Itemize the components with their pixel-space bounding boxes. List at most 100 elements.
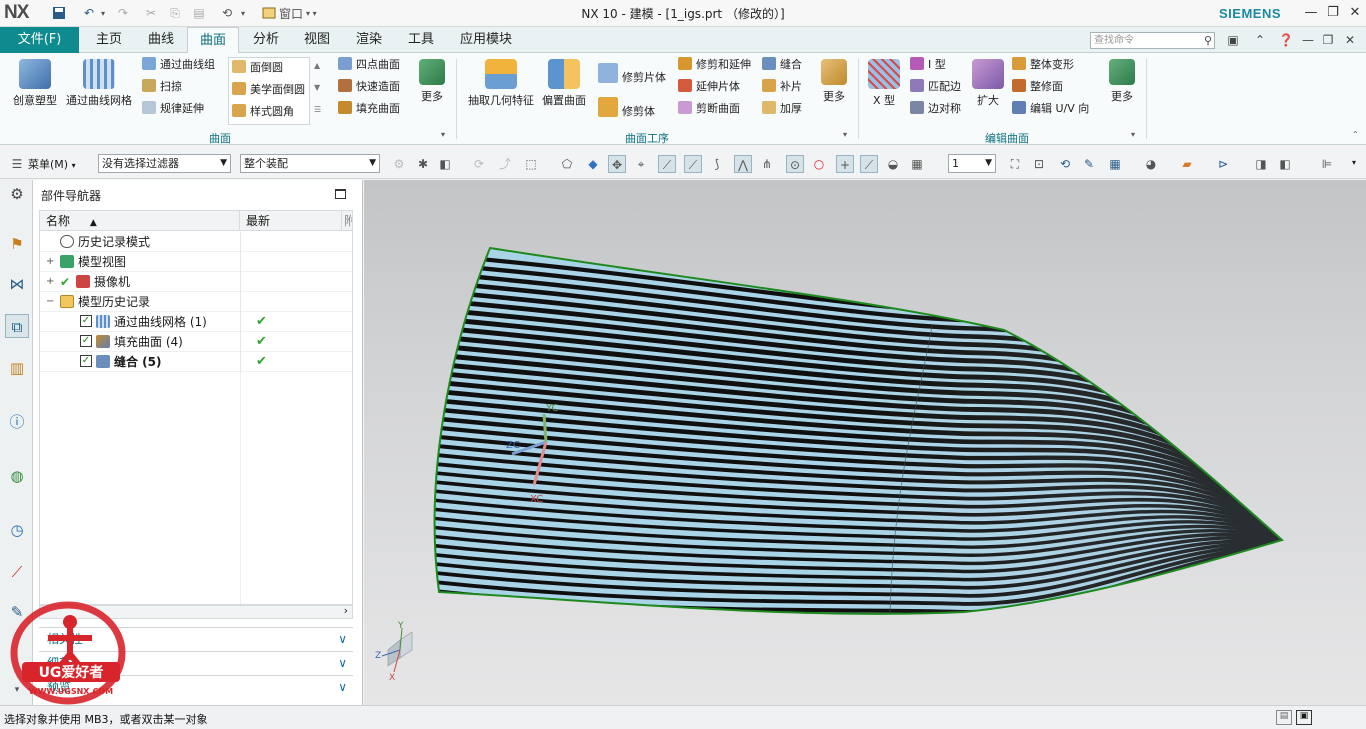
general-selection-icon[interactable]: ✱ [414,155,432,173]
snap-arc-center-icon[interactable]: ⋔ [758,155,776,173]
selection-filter-icon[interactable]: ▤ [1276,710,1292,725]
snap-midpoint-icon[interactable]: ⟋ [684,155,702,173]
more-edit-surface-button[interactable]: 更多 [1106,59,1138,104]
orient-view-icon[interactable]: ▦ [1106,155,1124,173]
global-shaping-button[interactable]: 整体变形 [1012,55,1074,75]
settings-icon[interactable]: ⚙ [5,182,29,206]
graphics-viewport[interactable]: YC ZC XC Y Z X [364,180,1366,705]
type-filter-select[interactable]: 没有选择过滤器 ▼ [98,154,231,173]
constraint-navigator-icon[interactable]: ⋈ [5,272,29,296]
tab-tools[interactable]: 工具 [398,27,444,53]
snap-point-on-curve-icon[interactable]: ⟋ [860,155,878,173]
pan-icon[interactable]: ✎ [1080,155,1098,173]
snap-control-point-icon[interactable]: ⟆ [708,155,726,173]
clipping-icon[interactable]: ◨ [1252,155,1270,173]
expand-icon[interactable]: + [46,252,54,272]
scroll-right-icon[interactable]: › [344,604,348,617]
tree-row-feature-sew[interactable]: ✓ 缝合 (5) ✔ [40,352,352,372]
trim-and-extend-button[interactable]: 修剪和延伸 [678,55,751,75]
file-menu-tab[interactable]: 文件(F) [0,27,79,53]
tree-row-cameras[interactable]: + ✔ 摄像机 [40,272,352,292]
trim-body-button[interactable]: 修剪体 [598,97,655,118]
collapse-ribbon-icon[interactable]: ⌃ [1251,32,1269,49]
sew-button[interactable]: 缝合 [762,55,802,75]
edit-surface-group-menu-icon[interactable]: ▾ [1131,130,1135,139]
enlarge-button[interactable]: 扩大 [970,59,1006,108]
toolbar-options-icon[interactable]: ▾ [1352,158,1356,167]
snap-quadrant-icon[interactable]: ○ [810,155,828,173]
expand-icon[interactable]: + [46,272,54,292]
feature-checkbox[interactable]: ✓ [80,355,92,367]
search-icon[interactable]: ⚲ [1204,33,1212,48]
snap-endpoint-icon[interactable]: ⟋ [658,155,676,173]
snap-bounded-grid-icon[interactable]: ▦ [908,155,926,173]
edge-symmetry-button[interactable]: 边对称 [910,99,961,119]
i-form-button[interactable]: I 型 [910,55,946,75]
offset-surface-button[interactable]: 偏置曲面 [540,59,588,108]
close-button[interactable]: ✕ [1344,3,1366,23]
measure-icon[interactable]: ⊫ [1318,155,1336,173]
refit-face-button[interactable]: 整修面 [1012,77,1063,97]
menu-button[interactable]: 菜单(M) ▾ [28,156,76,172]
feature-checkbox[interactable]: ✓ [80,335,92,347]
collapse-icon[interactable]: − [46,292,54,312]
show-hide-icon[interactable]: ⊳ [1214,155,1232,173]
part-navigator-icon[interactable]: ⧉ [5,314,29,338]
work-layer-select[interactable]: 1 ▼ [948,154,996,173]
through-curves-button[interactable]: 通过曲线组 [142,55,215,75]
column-header-latest[interactable]: 最新 [240,211,342,231]
tab-render[interactable]: 渲染 [346,27,392,53]
zoom-icon[interactable]: ⊡ [1030,155,1048,173]
more-surface-ops-button[interactable]: 更多 [818,59,850,104]
rotate-icon[interactable]: ⟲ [1056,155,1074,173]
gallery-expand-icon[interactable]: ☰ [314,105,321,114]
snap-point-on-face-icon[interactable]: ◒ [884,155,902,173]
snap-existing-point-icon[interactable]: + [836,155,854,173]
web-browser-icon[interactable]: ◍ [5,464,29,488]
menu-icon[interactable]: ☰ [8,155,26,173]
snap-point-icon[interactable]: ✥ [608,155,626,173]
surface-group-menu-icon[interactable]: ▾ [441,130,445,139]
section-view-icon[interactable]: ◧ [1276,155,1294,173]
tree-row-model-history[interactable]: − 模型历史记录 [40,292,352,312]
sweep-button[interactable]: 扫掠 [142,77,182,97]
ribbon-options-icon[interactable]: ▣ [1224,32,1242,49]
maximize-panel-icon[interactable] [335,189,346,199]
column-header-name[interactable]: 名称 ▲ [40,211,240,231]
tree-row-feature-mesh[interactable]: ✓ 通过曲线网格 (1) ✔ [40,312,352,332]
selection-scope-select[interactable]: 整个装配 ▼ [240,154,380,173]
match-edge-button[interactable]: 匹配边 [910,77,961,97]
fill-surface-button[interactable]: 填充曲面 [338,99,400,119]
tree-row-history-mode[interactable]: 历史记录模式 [40,232,352,252]
column-header-attached[interactable]: 附 [342,211,352,231]
doc-close-button[interactable]: ✕ [1341,32,1359,49]
extract-geometry-button[interactable]: 抽取几何特征 [466,59,536,108]
select-edges-icon[interactable]: ⤴ [496,155,514,173]
select-faces-icon[interactable]: ⟳ [470,155,488,173]
surface-ops-group-menu-icon[interactable]: ▾ [843,130,847,139]
select-features-icon[interactable]: ◧ [436,155,454,173]
snap-intersection-icon[interactable]: ⋀ [734,155,752,173]
styled-corner-button[interactable]: 样式圆角 [232,102,294,122]
hd3d-tools-icon[interactable]: ⓘ [5,410,29,434]
restore-button[interactable]: ❐ [1322,3,1344,23]
tree-row-model-views[interactable]: + 模型视图 [40,252,352,272]
full-screen-icon[interactable]: ▣ [1296,710,1312,725]
tree-row-feature-fill[interactable]: ✓ 填充曲面 (4) ✔ [40,332,352,352]
assembly-navigator-icon[interactable]: ⚑ [5,232,29,256]
x-form-button[interactable]: X 型 [866,59,902,108]
face-blend-button[interactable]: 面倒圆 [232,58,283,78]
rapid-surfacing-button[interactable]: 快速造面 [338,77,400,97]
doc-minimize-button[interactable]: — [1299,32,1317,49]
tab-applications[interactable]: 应用模块 [452,27,520,53]
thicken-button[interactable]: 加厚 [762,99,802,119]
reuse-library-icon[interactable]: ▥ [5,356,29,380]
ribbon-more-icon[interactable]: ⌃ [1352,130,1359,139]
doc-restore-button[interactable]: ❐ [1319,32,1337,49]
gallery-up-icon[interactable]: ▲ [314,61,320,70]
tab-surface[interactable]: 曲面 [187,27,239,53]
zebra-surface-canvas[interactable]: YC ZC XC Y Z X [364,180,1366,705]
more-surface-button[interactable]: 更多 [416,59,448,104]
rectangle-select-icon[interactable]: ⬚ [522,155,540,173]
help-icon[interactable]: ❓ [1277,32,1295,49]
